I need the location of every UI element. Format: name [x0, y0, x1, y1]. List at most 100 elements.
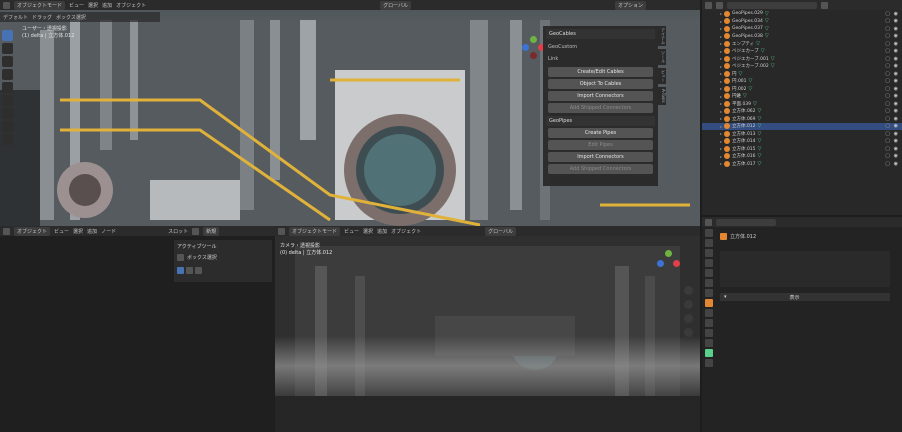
tab-a-tools[interactable]: A-Tools [658, 87, 666, 105]
outliner-row[interactable]: ▸ ベジエカーブ.002 ▽ ▢ ◉ [702, 63, 902, 71]
camera-restrict-icon[interactable]: ▢ [885, 146, 890, 152]
tab-item[interactable]: アイテム [658, 26, 666, 46]
visibility-eye-icon[interactable]: ◉ [894, 26, 898, 32]
object-tab-icon[interactable] [704, 299, 713, 307]
outliner-editor-icon[interactable] [705, 1, 712, 9]
expand-icon[interactable]: ▸ [720, 79, 722, 84]
outliner-row[interactable]: ▸ 円 ▽ ▢ ◉ [702, 70, 902, 78]
outliner-row[interactable]: ▸ GeoPipes.037 ▽ ▢ ◉ [702, 25, 902, 33]
slot-dropdown[interactable]: スロット [168, 228, 188, 235]
visibility-eye-icon[interactable]: ◉ [894, 63, 898, 69]
mode-dropdown[interactable]: オブジェクトモード [14, 0, 66, 10]
expand-icon[interactable]: ▸ [720, 139, 722, 144]
outliner-row[interactable]: ▸ 立方体.012 ▽ ▢ ◉ [702, 122, 902, 130]
camera-navigation-gizmo[interactable] [655, 250, 683, 278]
camera-restrict-icon[interactable]: ▢ [885, 48, 890, 54]
orientation-dropdown[interactable]: デフォルト [3, 14, 28, 21]
expand-icon[interactable]: ▸ [720, 101, 722, 106]
outliner-row[interactable]: ▸ 円.001 ▽ ▢ ◉ [702, 78, 902, 86]
expand-icon[interactable]: ▸ [720, 124, 722, 129]
add-shipped-connectors-button[interactable]: Add Shipped Connectors [548, 103, 653, 113]
visibility-eye-icon[interactable]: ◉ [894, 71, 898, 77]
camera-restrict-icon[interactable]: ▢ [885, 108, 890, 114]
particles-tab-icon[interactable] [704, 319, 713, 327]
visibility-eye-icon[interactable]: ◉ [894, 101, 898, 107]
move-tool-icon[interactable] [2, 56, 13, 67]
geopipes-panel-header[interactable]: GeoPipes [546, 116, 655, 126]
world-tab-icon[interactable] [704, 279, 713, 287]
neg-x-axis-icon[interactable] [530, 52, 537, 59]
outliner-row[interactable]: ▸ GeoPipes.029 ▽ ▢ ◉ [702, 10, 902, 18]
camera-restrict-icon[interactable]: ▢ [885, 123, 890, 129]
outliner-row[interactable]: ▸ 円.002 ▽ ▢ ◉ [702, 85, 902, 93]
modifier-tab-icon[interactable] [704, 309, 713, 317]
menu-add[interactable]: 追加 [102, 2, 112, 9]
expand-icon[interactable]: ▸ [720, 86, 722, 91]
mode-dropdown[interactable]: オブジェクトモード [289, 226, 341, 236]
camera-restrict-icon[interactable]: ▢ [885, 63, 890, 69]
menu-add[interactable]: 追加 [87, 228, 97, 235]
camera-restrict-icon[interactable]: ▢ [885, 93, 890, 99]
view-layer-tab-icon[interactable] [704, 259, 713, 267]
camera-restrict-icon[interactable]: ▢ [885, 26, 890, 32]
visibility-eye-icon[interactable]: ◉ [894, 86, 898, 92]
transform-orientation[interactable]: グローバル [485, 226, 517, 236]
add-cube-tool-icon[interactable] [2, 134, 13, 145]
expand-icon[interactable]: ▸ [720, 154, 722, 159]
outliner-row[interactable]: ▸ 立方体.062 ▽ ▢ ◉ [702, 108, 902, 116]
outliner-row[interactable]: ▸ 立方体.013 ▽ ▢ ◉ [702, 130, 902, 138]
editor-type-icon[interactable] [3, 1, 10, 9]
camera-restrict-icon[interactable]: ▢ [885, 131, 890, 137]
z-axis-icon[interactable] [657, 260, 664, 267]
transform-orientation[interactable]: グローバル [380, 0, 412, 10]
material-icon[interactable] [192, 227, 200, 235]
editor-type-icon[interactable] [278, 227, 285, 235]
expand-icon[interactable]: ▸ [720, 131, 722, 136]
y-axis-icon[interactable] [665, 250, 672, 257]
outliner-row[interactable]: ▸ 立方体.017 ▽ ▢ ◉ [702, 160, 902, 168]
camera-restrict-icon[interactable]: ▢ [885, 71, 890, 77]
editor-type-icon[interactable] [3, 227, 10, 235]
visibility-eye-icon[interactable]: ◉ [894, 56, 898, 62]
visibility-eye-icon[interactable]: ◉ [894, 78, 898, 84]
menu-object[interactable]: オブジェクト [116, 2, 146, 9]
outliner-row[interactable]: ▸ エンプティ ▽ ▢ ◉ [702, 40, 902, 48]
expand-icon[interactable]: ▸ [720, 71, 722, 76]
visibility-eye-icon[interactable]: ◉ [894, 131, 898, 137]
camera-restrict-icon[interactable]: ▢ [885, 11, 890, 17]
select-box-dropdown[interactable]: ボックス選択 [56, 14, 86, 21]
rotate-tool-icon[interactable] [2, 69, 13, 80]
visibility-eye-icon[interactable]: ◉ [894, 161, 898, 167]
camera-viewport[interactable]: オブジェクトモード ビュー 選択 追加 オブジェクト グローバル カメラ・透視投… [275, 226, 700, 432]
object-mode-dropdown[interactable]: オブジェクト [14, 226, 51, 236]
geocables-panel-header[interactable]: GeoCables [546, 29, 655, 39]
select-tool-icon[interactable] [2, 30, 13, 41]
properties-editor-icon[interactable] [705, 218, 712, 226]
camera-restrict-icon[interactable]: ▢ [885, 161, 890, 167]
visibility-eye-icon[interactable]: ◉ [894, 153, 898, 159]
outliner-row[interactable]: ▸ 立方体.016 ▽ ▢ ◉ [702, 153, 902, 161]
create-pipes-button[interactable]: Create Pipes [548, 128, 653, 138]
camera-restrict-icon[interactable]: ▢ [885, 116, 890, 122]
zoom-icon[interactable] [684, 286, 693, 295]
camera-restrict-icon[interactable]: ▢ [885, 78, 890, 84]
tool-tab-icon[interactable] [704, 229, 713, 237]
menu-view[interactable]: ビュー [69, 2, 84, 9]
outliner-row[interactable]: ▸ 円錐 ▽ ▢ ◉ [702, 93, 902, 101]
constraints-tab-icon[interactable] [704, 339, 713, 347]
menu-select[interactable]: 選択 [88, 2, 98, 9]
visibility-eye-icon[interactable]: ◉ [894, 108, 898, 114]
z-axis-icon[interactable] [522, 44, 529, 51]
pipes-add-shipped-connectors-button[interactable]: Add Shipped Connectors [548, 164, 653, 174]
visibility-eye-icon[interactable]: ◉ [894, 116, 898, 122]
render-tab-icon[interactable] [704, 239, 713, 247]
properties-search-input[interactable] [716, 218, 776, 226]
collection-tab-icon[interactable] [704, 289, 713, 297]
outliner-row[interactable]: ▸ GeoPipes.038 ▽ ▢ ◉ [702, 33, 902, 41]
camera-restrict-icon[interactable]: ▢ [885, 56, 890, 62]
expand-icon[interactable]: ▸ [720, 11, 722, 16]
material-tab-icon[interactable] [704, 359, 713, 367]
visibility-eye-icon[interactable]: ◉ [894, 48, 898, 54]
outliner-row[interactable]: ▸ 立方体.015 ▽ ▢ ◉ [702, 145, 902, 153]
visibility-eye-icon[interactable]: ◉ [894, 11, 898, 17]
